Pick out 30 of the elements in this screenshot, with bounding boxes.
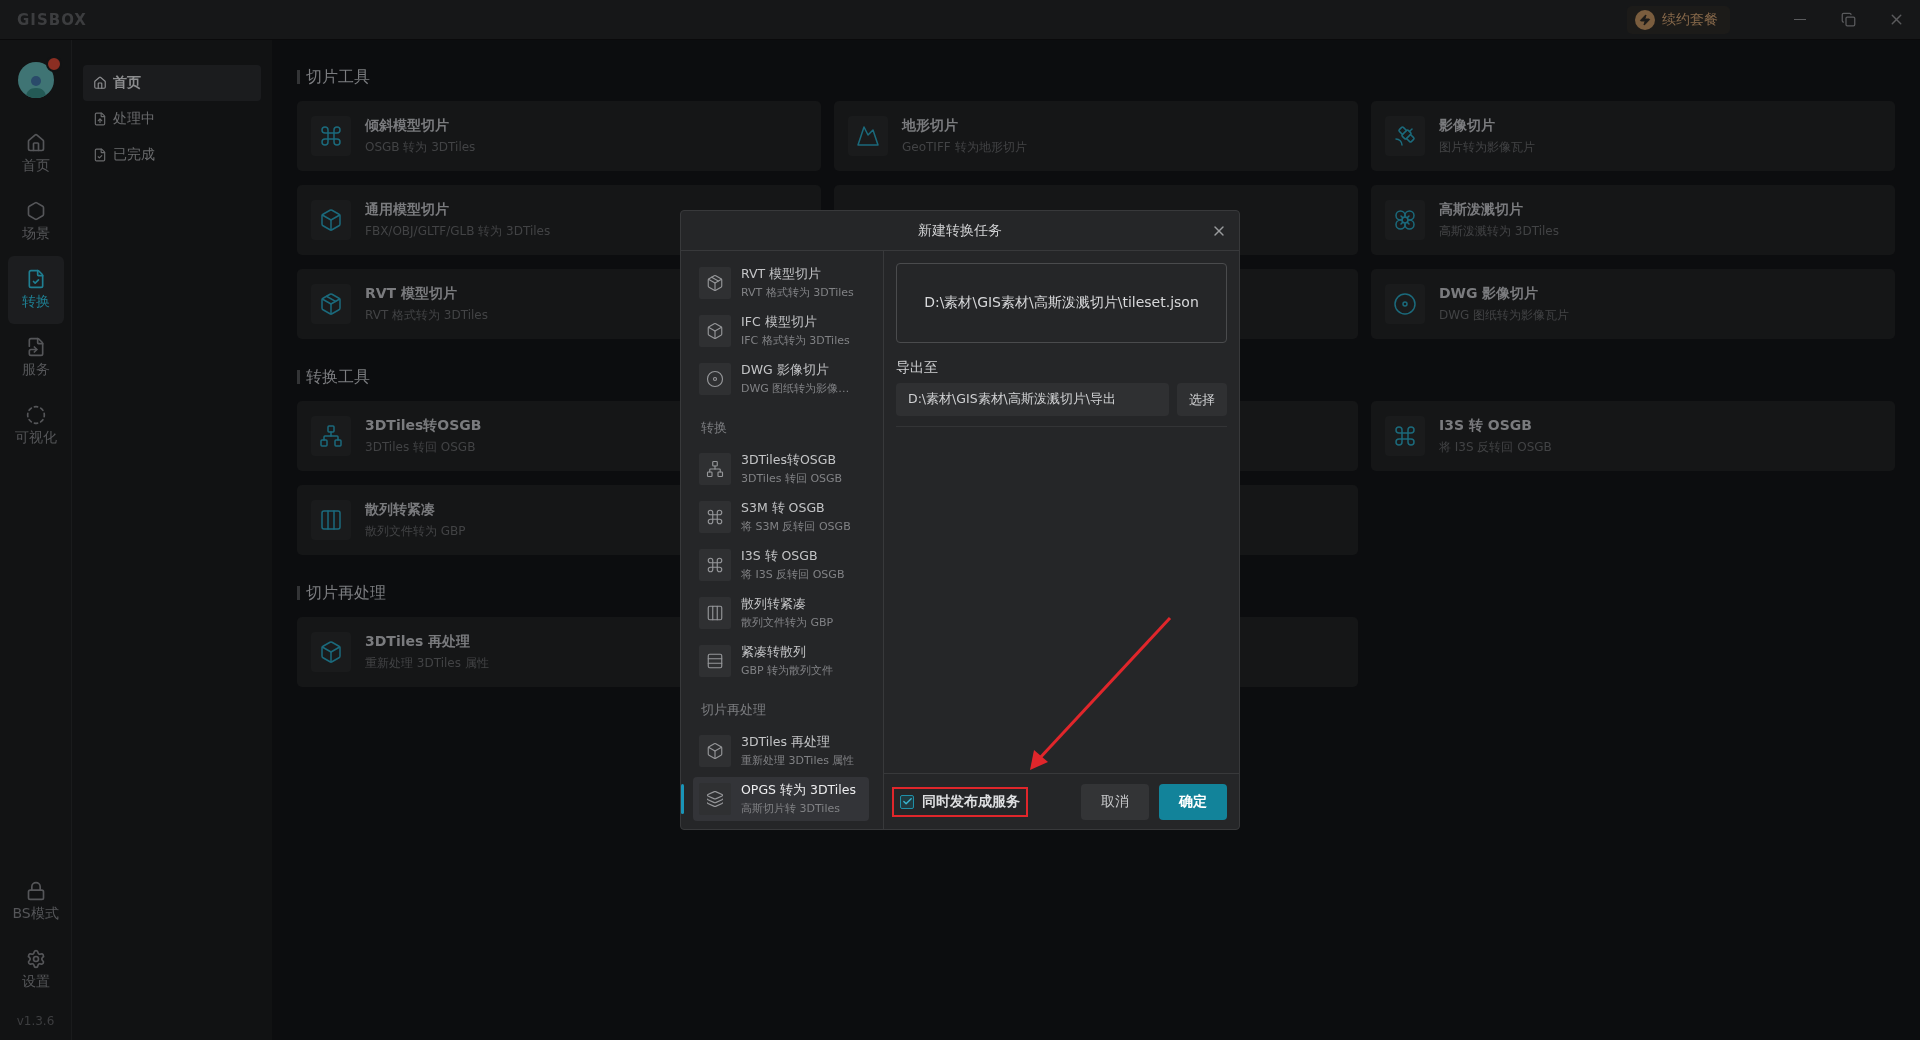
item-title: OPGS 转为 3DTiles [741,782,856,799]
card-title: 影像切片 [1439,116,1496,135]
item-subtitle: 将 I3S 反转回 OSGB [741,567,845,582]
card-title: DWG 影像切片 [1439,284,1540,303]
section-title: 切片再处理 [306,582,386,604]
item-title: 散列转紧凑 [741,596,807,613]
item-title: DWG 影像切片 [741,362,830,379]
card-title: RVT 模型切片 [365,284,459,303]
output-label: 导出至 [896,359,939,377]
item-title: RVT 模型切片 [741,266,823,283]
section-title: 转换工具 [306,366,370,388]
item-title: 3DTiles 再处理 [741,734,831,751]
card-title: 3DTiles转OSGB [365,416,482,435]
card-title: 通用模型切片 [365,200,450,219]
item-subtitle: 重新处理 3DTiles 属性 [741,753,855,768]
card-title: 地形切片 [902,116,959,135]
item-subtitle: 3DTiles 转回 OSGB [741,471,843,486]
item-subtitle: 高斯切片转 3DTiles [741,801,841,816]
section-title: 切片工具 [306,66,370,88]
item-title: 紧凑转散列 [741,644,807,661]
card-title: I3S 转 OSGB [1439,416,1533,435]
item-subtitle: DWG 图纸转为影像… [741,381,850,396]
card-title: 高斯泼溅切片 [1439,200,1524,219]
card-title: 3DTiles 再处理 [365,632,472,651]
card-title: 倾斜模型切片 [365,116,450,135]
group-heading: 转换 [700,419,728,437]
item-title: IFC 模型切片 [741,314,818,331]
group-heading: 切片再处理 [700,701,767,719]
card-title: 散列转紧凑 [365,500,436,519]
dialog-title: 新建转换任务 [918,221,1002,240]
